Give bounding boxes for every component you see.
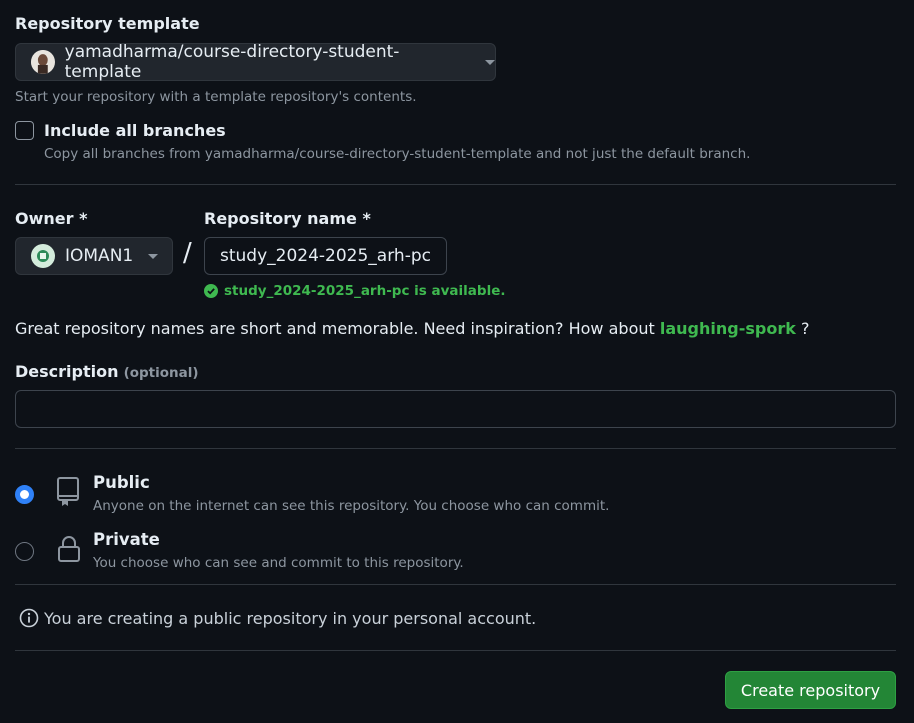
name-suggestion: Great repository names are short and mem…	[15, 319, 809, 338]
account-notice-text: You are creating a public repository in …	[44, 608, 537, 628]
owner-avatar-icon	[31, 244, 55, 268]
divider	[15, 448, 896, 449]
availability-text: study_2024-2025_arh-pc is available.	[224, 283, 506, 299]
chevron-down-icon	[485, 59, 495, 65]
description-optional: (optional)	[123, 365, 199, 381]
create-repository-button[interactable]: Create repository	[725, 671, 896, 709]
template-heading: Repository template	[15, 14, 200, 33]
suggestion-text: Great repository names are short and mem…	[15, 319, 655, 338]
include-branches-checkbox[interactable]	[15, 121, 34, 140]
repo-icon	[56, 477, 80, 511]
repo-name-value: study_2024-2025_arh-pc	[220, 246, 431, 266]
owner-value: IOMAN1	[65, 246, 134, 266]
chevron-down-icon	[148, 253, 159, 259]
suggestion-suffix: ?	[800, 319, 810, 338]
include-branches-label: Include all branches	[44, 121, 226, 140]
info-icon	[19, 608, 39, 628]
account-notice: You are creating a public repository in …	[19, 608, 536, 628]
private-radio[interactable]	[15, 542, 34, 561]
suggestion-link[interactable]: laughing-spork	[660, 319, 796, 338]
owner-select[interactable]: IOMAN1	[15, 237, 173, 275]
description-label-row: Description (optional)	[15, 362, 199, 381]
template-hint: Start your repository with a template re…	[15, 89, 417, 105]
public-label: Public	[93, 473, 150, 492]
owner-repo-separator: /	[183, 238, 192, 268]
template-avatar-icon	[31, 50, 55, 74]
check-circle-icon	[204, 284, 218, 298]
include-branches-description: Copy all branches from yamadharma/course…	[44, 146, 751, 162]
description-label: Description	[15, 362, 119, 381]
owner-label: Owner *	[15, 209, 88, 228]
template-selected: yamadharma/course-directory-student-temp…	[64, 42, 400, 82]
repo-name-input[interactable]: study_2024-2025_arh-pc	[204, 237, 447, 275]
private-description: You choose who can see and commit to thi…	[93, 555, 464, 571]
divider	[15, 584, 896, 585]
description-input[interactable]	[15, 390, 896, 428]
repo-name-label: Repository name *	[204, 209, 371, 228]
template-select[interactable]: yamadharma/course-directory-student-temp…	[15, 42, 496, 82]
divider	[15, 650, 896, 651]
lock-icon	[57, 535, 81, 567]
private-label: Private	[93, 530, 160, 549]
availability-message: study_2024-2025_arh-pc is available.	[204, 283, 505, 299]
divider	[15, 184, 896, 185]
public-description: Anyone on the internet can see this repo…	[93, 498, 610, 514]
public-radio[interactable]	[15, 485, 34, 504]
